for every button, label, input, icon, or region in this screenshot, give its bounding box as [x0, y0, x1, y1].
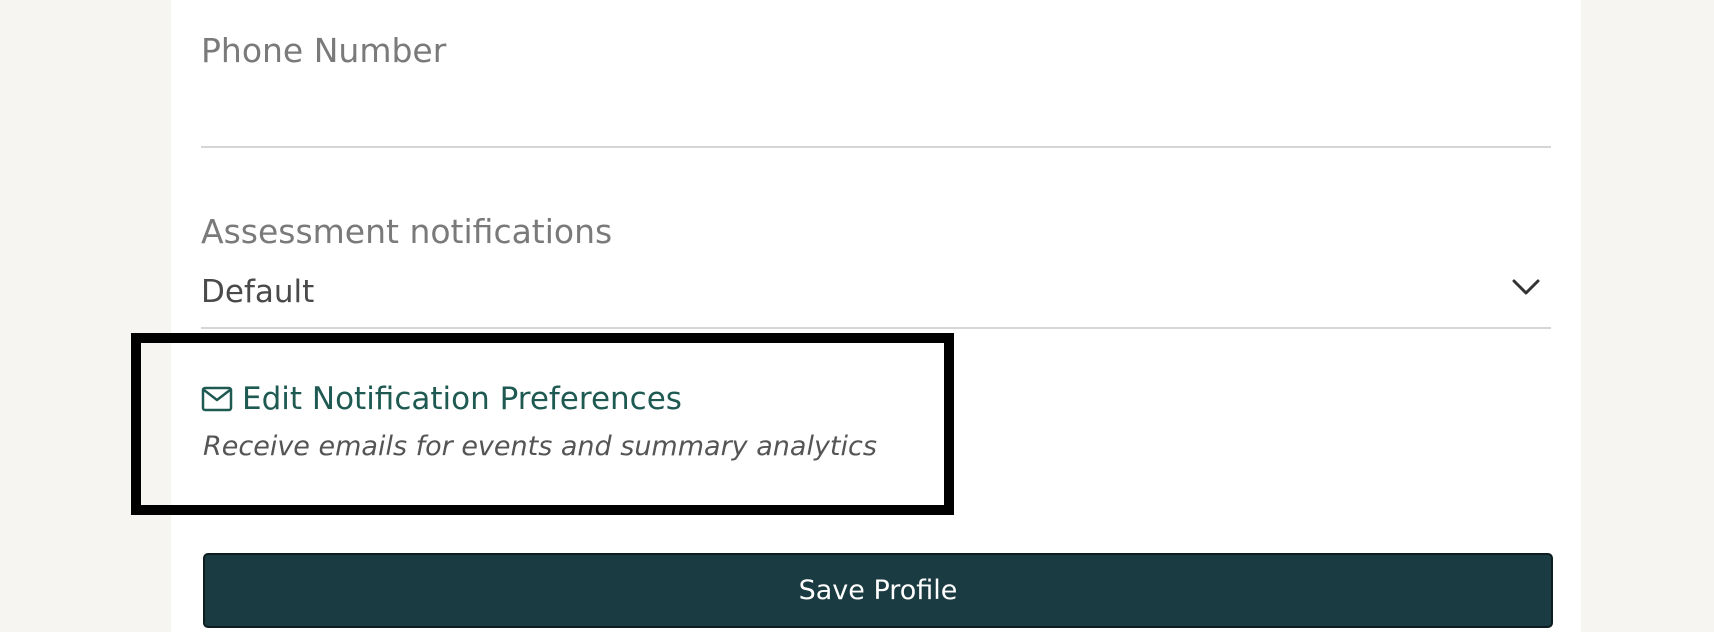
- chevron-down-icon: [1512, 279, 1540, 295]
- highlight-box: [131, 333, 954, 515]
- assessment-notifications-select[interactable]: Default: [201, 268, 1551, 329]
- envelope-icon: [201, 386, 233, 412]
- edit-notification-preferences-link[interactable]: Edit Notification Preferences: [201, 378, 682, 420]
- assessment-notifications-label: Assessment notifications: [201, 212, 613, 251]
- phone-number-label: Phone Number: [201, 31, 447, 70]
- save-profile-button[interactable]: Save Profile: [203, 553, 1553, 628]
- assessment-notifications-value: Default: [201, 274, 315, 310]
- edit-notification-preferences-label: Edit Notification Preferences: [242, 381, 682, 417]
- phone-number-input[interactable]: [201, 70, 1551, 148]
- notification-preferences-description: Receive emails for events and summary an…: [203, 431, 877, 462]
